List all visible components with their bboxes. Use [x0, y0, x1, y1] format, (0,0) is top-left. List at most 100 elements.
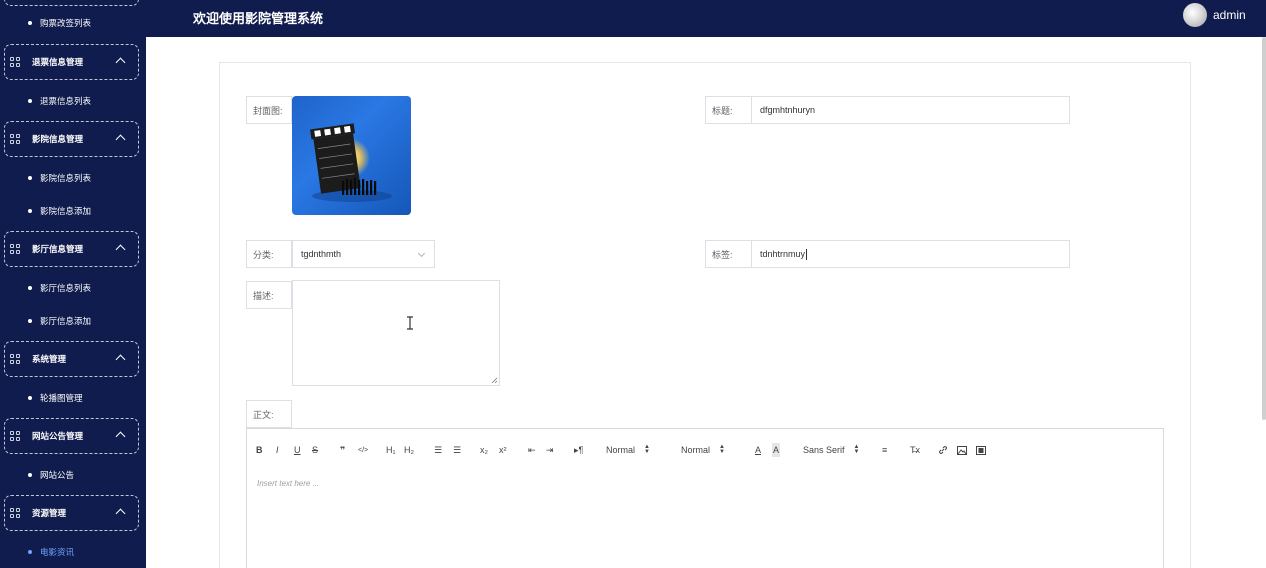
- chevron-up-icon: [115, 244, 126, 255]
- bold-button[interactable]: B: [256, 443, 263, 457]
- bullet-icon: [28, 550, 32, 554]
- sidebar-group-announcement[interactable]: 网站公告管理: [4, 418, 139, 454]
- chevron-up-icon: [115, 134, 126, 145]
- background-color-button[interactable]: A: [772, 443, 781, 457]
- grid-icon: [10, 431, 20, 441]
- editor-toolbar: B I U S ❞ </> H₁ H₂ ☰ ☰ x₂ x² ⇤ ⇥ ▸¶ Nor…: [246, 428, 1164, 471]
- bullet-icon: [28, 396, 32, 400]
- superscript-button[interactable]: x²: [499, 443, 507, 457]
- bullet-icon: [28, 209, 32, 213]
- code-block-button[interactable]: </>: [358, 443, 368, 457]
- clean-format-button[interactable]: T̶x: [910, 443, 920, 457]
- strike-button[interactable]: S: [312, 443, 318, 457]
- resize-handle-icon[interactable]: [491, 377, 498, 384]
- sidebar-item-movie-news[interactable]: 电影资讯: [28, 545, 74, 559]
- user-name[interactable]: admin: [1213, 8, 1246, 22]
- sidebar-item-carousel[interactable]: 轮播图管理: [28, 391, 83, 405]
- font-picker[interactable]: Sans Serif ▲ ▼: [803, 443, 859, 457]
- avatar[interactable]: [1183, 3, 1207, 27]
- editor-placeholder: Insert text here ...: [257, 479, 320, 488]
- sidebar-group-cinema[interactable]: 影院信息管理: [4, 121, 139, 157]
- bullet-list-button[interactable]: ☰: [453, 443, 461, 457]
- sidebar-item-label: 退票信息列表: [40, 96, 92, 106]
- chevron-up-icon: [115, 508, 126, 519]
- updown-icon: ▲ ▼: [719, 444, 725, 455]
- sidebar-group-frame: [4, 0, 139, 6]
- bullet-icon: [28, 176, 32, 180]
- bullet-icon: [28, 21, 32, 25]
- bullet-icon: [28, 473, 32, 477]
- header-picker[interactable]: Normal ▲ ▼: [681, 443, 725, 457]
- subscript-button[interactable]: x₂: [480, 443, 488, 457]
- chevron-up-icon: [115, 354, 126, 365]
- sidebar-group-label: 系统管理: [32, 354, 67, 364]
- video-glyph: [976, 445, 986, 455]
- title-input[interactable]: dfgmhtnhuryn: [751, 96, 1070, 124]
- link-glyph: [939, 446, 947, 454]
- align-button[interactable]: ≡: [882, 443, 887, 457]
- sidebar-item-label: 影院信息添加: [40, 206, 92, 216]
- header1-button[interactable]: H₁: [386, 443, 396, 457]
- link-icon[interactable]: [938, 443, 948, 457]
- tag-input[interactable]: tdnhtrnmuy: [751, 240, 1070, 268]
- indent-button[interactable]: ⇥: [546, 443, 554, 457]
- chevron-up-icon: [115, 431, 126, 442]
- sidebar-group-refund[interactable]: 退票信息管理: [4, 44, 139, 80]
- sidebar-group-label: 网站公告管理: [32, 431, 84, 441]
- cover-label: 封面图:: [246, 96, 292, 124]
- blockquote-button[interactable]: ❞: [340, 443, 345, 457]
- text-cursor: [806, 248, 808, 260]
- image-icon[interactable]: [957, 443, 967, 457]
- outdent-button[interactable]: ⇤: [528, 443, 536, 457]
- description-label: 描述:: [246, 281, 292, 309]
- sidebar-item-ticket-change-list[interactable]: 购票改签列表: [28, 16, 91, 30]
- header2-button[interactable]: H₂: [404, 443, 414, 457]
- chevron-up-icon: [115, 57, 126, 68]
- page-title: 欢迎使用影院管理系统: [193, 11, 324, 26]
- sidebar-item-label: 轮播图管理: [40, 393, 83, 403]
- size-picker[interactable]: Normal ▲ ▼: [606, 443, 650, 457]
- size-picker-label: Normal: [606, 445, 636, 455]
- sidebar-item-hall-list[interactable]: 影厅信息列表: [28, 281, 91, 295]
- top-header: 欢迎使用影院管理系统 admin: [146, 0, 1266, 37]
- font-picker-label: Sans Serif: [803, 445, 845, 455]
- text-color-button[interactable]: A: [755, 443, 761, 457]
- sidebar-item-label: 影厅信息列表: [40, 283, 92, 293]
- video-icon[interactable]: [976, 443, 986, 457]
- underline-button[interactable]: U: [294, 443, 301, 457]
- category-select-value: tgdnthmth: [301, 249, 342, 259]
- sidebar-item-label: 电影资讯: [40, 547, 75, 557]
- sidebar-group-label: 资源管理: [32, 508, 67, 518]
- grid-icon: [10, 57, 20, 67]
- sidebar-item-announcement[interactable]: 网站公告: [28, 468, 74, 482]
- bullet-icon: [28, 286, 32, 290]
- sidebar-group-label: 影厅信息管理: [32, 244, 84, 254]
- scrollbar[interactable]: [1262, 37, 1266, 420]
- sidebar-item-refund-list[interactable]: 退票信息列表: [28, 94, 91, 108]
- sidebar-group-label: 影院信息管理: [32, 134, 84, 144]
- italic-button[interactable]: I: [276, 443, 279, 457]
- ibeam-cursor-icon: [407, 316, 413, 330]
- sidebar-item-cinema-add[interactable]: 影院信息添加: [28, 204, 91, 218]
- sidebar-item-label: 购票改签列表: [40, 18, 92, 28]
- sidebar-item-cinema-list[interactable]: 影院信息列表: [28, 171, 91, 185]
- sidebar-group-system[interactable]: 系统管理: [4, 341, 139, 377]
- cover-image[interactable]: [292, 96, 411, 215]
- title-label: 标题:: [705, 96, 752, 124]
- category-label: 分类:: [246, 240, 292, 268]
- sidebar-item-label: 影厅信息添加: [40, 316, 92, 326]
- description-textarea[interactable]: [292, 280, 500, 386]
- editor-body[interactable]: Insert text here ...: [246, 470, 1164, 568]
- sidebar-group-resource[interactable]: 资源管理: [4, 495, 139, 531]
- grid-icon: [10, 134, 20, 144]
- sidebar-group-hall[interactable]: 影厅信息管理: [4, 231, 139, 267]
- sidebar-item-label: 影院信息列表: [40, 173, 92, 183]
- ordered-list-button[interactable]: ☰: [434, 443, 442, 457]
- sidebar-item-hall-add[interactable]: 影厅信息添加: [28, 314, 91, 328]
- category-select[interactable]: tgdnthmth: [292, 240, 435, 268]
- grid-icon: [10, 508, 20, 518]
- sidebar-item-label: 网站公告: [40, 470, 75, 480]
- bullet-icon: [28, 319, 32, 323]
- text-direction-button[interactable]: ▸¶: [574, 443, 583, 457]
- updown-icon: ▲ ▼: [644, 444, 650, 455]
